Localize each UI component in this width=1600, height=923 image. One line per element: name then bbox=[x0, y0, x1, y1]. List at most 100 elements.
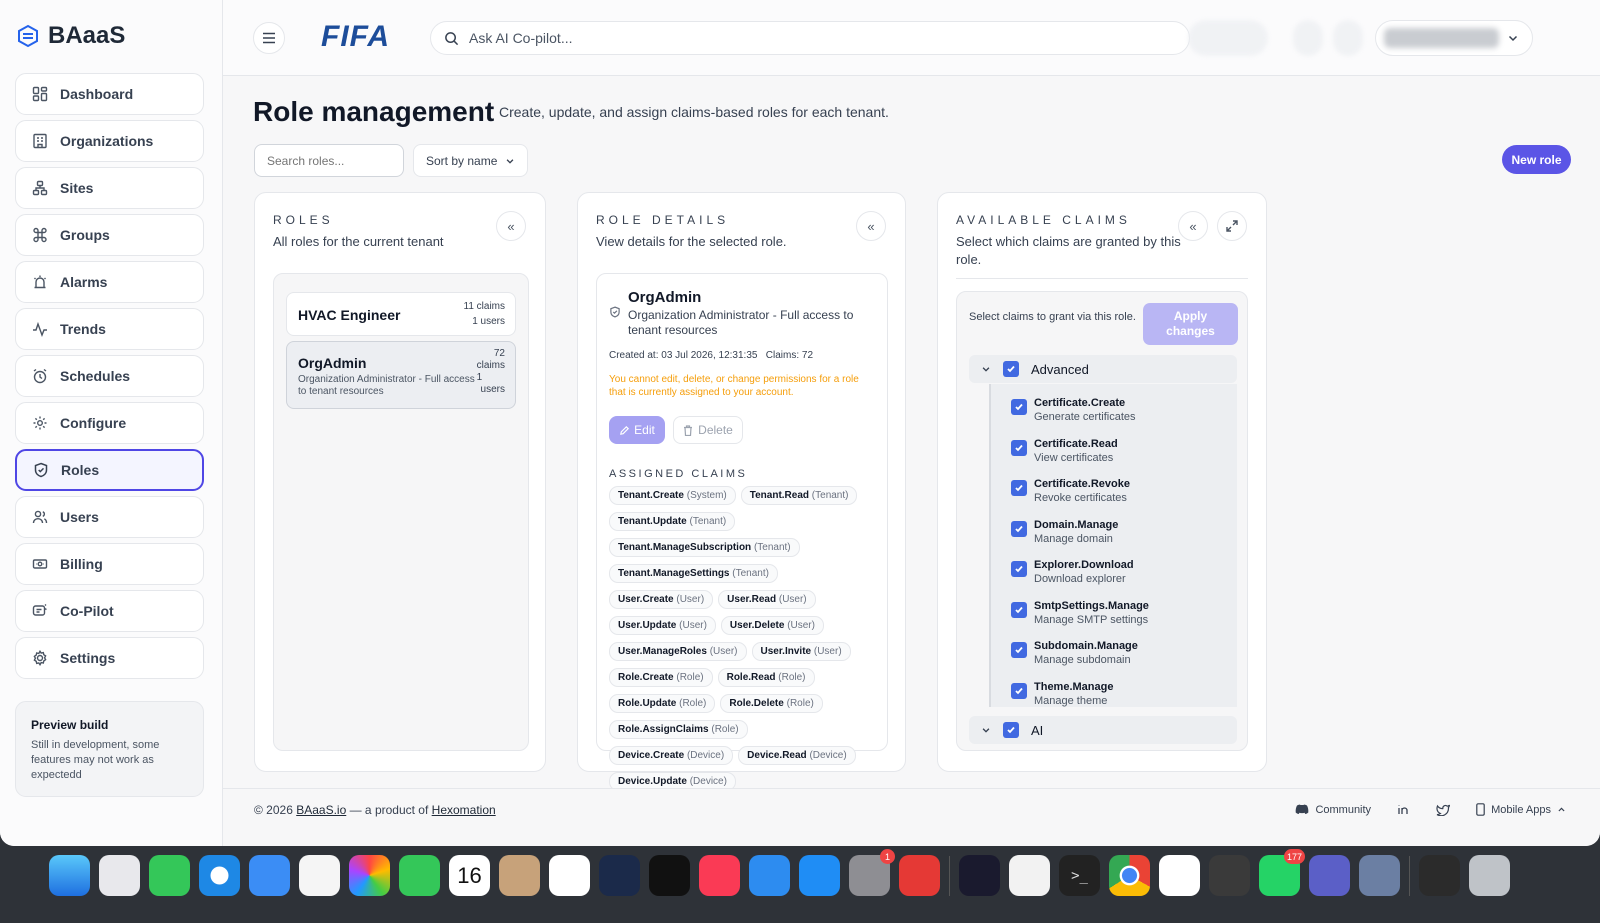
claim-item[interactable]: Domain.Manage Manage domain bbox=[1011, 518, 1118, 546]
claim-checkbox[interactable] bbox=[1011, 480, 1027, 496]
sidebar-item-roles[interactable]: Roles bbox=[15, 449, 204, 491]
claim-item[interactable]: Certificate.Create Generate certificates bbox=[1011, 396, 1136, 424]
claim-checkbox[interactable] bbox=[1011, 642, 1027, 658]
sidebar-item-schedules[interactable]: Schedules bbox=[15, 355, 204, 397]
whatsapp-icon[interactable]: 177 bbox=[1259, 849, 1305, 896]
whatsapp-badge: 177 bbox=[1283, 849, 1305, 864]
available-claims-panel: AVAILABLE CLAIMS Select which claims are… bbox=[937, 192, 1267, 772]
sidebar-item-settings[interactable]: Settings bbox=[15, 637, 204, 679]
blurred-icon-button[interactable] bbox=[1333, 20, 1363, 56]
collapse-roles-button[interactable]: « bbox=[496, 211, 526, 241]
sidebar-item-configure[interactable]: Configure bbox=[15, 402, 204, 444]
expand-icon bbox=[1226, 220, 1238, 232]
new-role-button[interactable]: New role bbox=[1502, 145, 1571, 174]
claim-group-ai[interactable]: AI bbox=[969, 716, 1237, 744]
sidebar-item-groups[interactable]: Groups bbox=[15, 214, 204, 256]
terminal-icon[interactable]: >_ bbox=[1059, 855, 1100, 896]
facetime-icon[interactable] bbox=[399, 855, 440, 896]
claim-checkbox[interactable] bbox=[1011, 439, 1027, 456]
mobile-apps-menu[interactable]: Mobile Apps bbox=[1476, 803, 1566, 816]
claim-tag-scope: (Tenant) bbox=[811, 490, 849, 501]
footer-copyright: © 2026 BAaaS.io — a product of Hexomatio… bbox=[254, 803, 496, 817]
app-icon[interactable] bbox=[1159, 855, 1200, 896]
sidebar-item-organizations[interactable]: Organizations bbox=[15, 120, 204, 162]
claim-group-advanced[interactable]: Advanced bbox=[969, 355, 1237, 383]
claim-checkbox[interactable] bbox=[1011, 682, 1027, 699]
app-icon[interactable] bbox=[1359, 855, 1400, 896]
trash-icon[interactable] bbox=[1469, 855, 1510, 896]
finder-icon[interactable] bbox=[49, 855, 90, 896]
claim-item[interactable]: Certificate.Read View certificates bbox=[1011, 437, 1118, 465]
chevron-down-icon[interactable] bbox=[981, 364, 991, 374]
claim-item[interactable]: SmtpSettings.Manage Manage SMTP settings bbox=[1011, 599, 1149, 627]
sort-dropdown[interactable]: Sort by name bbox=[413, 144, 528, 177]
sidebar-item-alarms[interactable]: Alarms bbox=[15, 261, 204, 303]
launchpad-icon[interactable] bbox=[99, 855, 140, 896]
downloads-stack-icon[interactable] bbox=[1419, 855, 1460, 896]
user-menu[interactable] bbox=[1375, 20, 1533, 56]
claim-checkbox[interactable] bbox=[1011, 601, 1027, 618]
search-roles-input[interactable] bbox=[254, 144, 404, 177]
group-checkbox[interactable] bbox=[1003, 722, 1019, 738]
system-settings-icon[interactable]: 1 bbox=[849, 849, 895, 896]
blurred-icon-button[interactable] bbox=[1293, 20, 1323, 56]
app-icon[interactable] bbox=[959, 855, 1000, 896]
freeform-icon[interactable] bbox=[599, 855, 640, 896]
claim-item[interactable]: Theme.Manage Manage theme bbox=[1011, 680, 1113, 708]
maps-icon[interactable] bbox=[299, 855, 340, 896]
contacts-icon[interactable] bbox=[499, 855, 540, 896]
claim-checkbox[interactable] bbox=[1011, 520, 1027, 537]
claim-item[interactable]: Subdomain.Manage Manage subdomain bbox=[1011, 639, 1138, 667]
claim-item[interactable]: Explorer.Download Download explorer bbox=[1011, 558, 1134, 586]
tenant-logo[interactable]: FIFA bbox=[321, 20, 390, 54]
xcode-instruments-icon[interactable] bbox=[1009, 855, 1050, 896]
safari-icon[interactable] bbox=[199, 855, 240, 896]
claim-text: Certificate.Read View certificates bbox=[1034, 437, 1118, 465]
music-icon[interactable] bbox=[699, 855, 740, 896]
settings-badge: 1 bbox=[880, 849, 895, 864]
role-item-hvac-engineer[interactable]: HVAC Engineer 11 claims 1 users bbox=[286, 292, 516, 336]
calendar-icon[interactable]: 16 bbox=[449, 855, 490, 896]
sidebar-item-users[interactable]: Users bbox=[15, 496, 204, 538]
menu-toggle-button[interactable] bbox=[253, 22, 285, 54]
sidebar-item-billing[interactable]: Billing bbox=[15, 543, 204, 585]
group-checkbox[interactable] bbox=[1003, 361, 1019, 377]
claim-checkbox[interactable] bbox=[1011, 561, 1027, 577]
twitter-icon[interactable] bbox=[1436, 804, 1451, 816]
mail-icon[interactable] bbox=[249, 855, 290, 896]
messages-icon[interactable] bbox=[149, 855, 190, 896]
claim-item[interactable]: Certificate.Revoke Revoke certificates bbox=[1011, 477, 1130, 505]
sidebar-item-co-pilot[interactable]: Co-Pilot bbox=[15, 590, 204, 632]
sublime-icon[interactable] bbox=[1209, 855, 1250, 896]
copilot-search[interactable]: Ask AI Co-pilot... bbox=[430, 21, 1190, 55]
apply-changes-button[interactable]: Apply changes bbox=[1143, 303, 1238, 345]
claim-checkbox[interactable] bbox=[1011, 399, 1027, 415]
site-link[interactable]: BAaaS.io bbox=[296, 803, 346, 817]
edit-button[interactable]: Edit bbox=[609, 416, 665, 444]
keynote-icon[interactable] bbox=[749, 855, 790, 896]
sidebar-item-trends[interactable]: Trends bbox=[15, 308, 204, 350]
photos-icon[interactable] bbox=[349, 855, 390, 896]
topbar: FIFA Ask AI Co-pilot... bbox=[223, 0, 1600, 76]
reminders-icon[interactable] bbox=[549, 855, 590, 896]
community-link[interactable]: Community bbox=[1295, 804, 1371, 816]
blurred-control[interactable] bbox=[1188, 20, 1268, 56]
linkedin-icon[interactable] bbox=[1397, 803, 1410, 816]
brand[interactable]: BAaaS bbox=[16, 22, 125, 50]
sites-icon bbox=[31, 180, 48, 197]
chrome-icon[interactable] bbox=[1109, 855, 1150, 896]
collapse-claims-button[interactable]: « bbox=[1178, 211, 1208, 241]
delete-button[interactable]: Delete bbox=[673, 416, 743, 444]
sidebar-item-sites[interactable]: Sites bbox=[15, 167, 204, 209]
app-store-icon[interactable] bbox=[799, 855, 840, 896]
claim-text: Certificate.Create Generate certificates bbox=[1034, 396, 1136, 424]
sidebar-item-dashboard[interactable]: Dashboard bbox=[15, 73, 204, 115]
company-link[interactable]: Hexomation bbox=[432, 803, 496, 817]
app-icon[interactable] bbox=[899, 855, 940, 896]
expand-claims-button[interactable] bbox=[1217, 211, 1247, 241]
apple-tv-icon[interactable] bbox=[649, 855, 690, 896]
chevron-down-icon[interactable] bbox=[981, 725, 991, 735]
role-item-orgadmin[interactable]: OrgAdmin Organization Administrator - Fu… bbox=[286, 341, 516, 409]
collapse-details-button[interactable]: « bbox=[856, 211, 886, 241]
teams-icon[interactable] bbox=[1309, 855, 1350, 896]
